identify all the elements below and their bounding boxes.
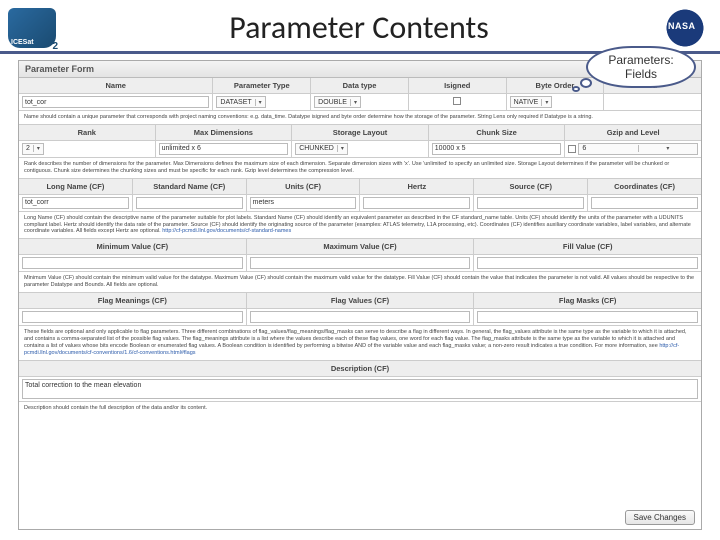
col-hertz: Hertz: [360, 179, 473, 194]
col-units: Units (CF): [247, 179, 360, 194]
desc-row6: Description should contain the full desc…: [19, 402, 701, 415]
col-dtype: Data type: [311, 78, 408, 93]
min-input[interactable]: [22, 257, 243, 269]
maxdim-input[interactable]: unlimited x 6: [159, 143, 289, 155]
col-layout: Storage Layout: [292, 125, 428, 140]
col-ptype: Parameter Type: [213, 78, 310, 93]
col-descr: Description (CF): [19, 361, 701, 376]
col-coord: Coordinates (CF): [588, 179, 701, 194]
coord-input[interactable]: [591, 197, 698, 209]
border-select[interactable]: NATIVE▾: [510, 96, 553, 108]
sname-input[interactable]: [136, 197, 243, 209]
dtype-select[interactable]: DOUBLE▾: [314, 96, 361, 108]
col-fill: Fill Value (CF): [474, 239, 701, 254]
col-fmean: Flag Meanings (CF): [19, 293, 246, 308]
col-sname: Standard Name (CF): [133, 179, 246, 194]
fill-input[interactable]: [477, 257, 698, 269]
name-input[interactable]: tot_cor: [22, 96, 209, 108]
gzip-check[interactable]: [568, 145, 576, 153]
callout-bubble: Parameters:Fields: [586, 46, 696, 88]
col-fmask: Flag Masks (CF): [474, 293, 701, 308]
col-lname: Long Name (CF): [19, 179, 132, 194]
col-min: Minimum Value (CF): [19, 239, 246, 254]
max-input[interactable]: [250, 257, 471, 269]
nasa-logo: [662, 8, 708, 48]
chunk-input[interactable]: 10000 x 5: [432, 143, 562, 155]
ptype-select[interactable]: DATASET▾: [216, 96, 265, 108]
col-maxdim: Max Dimensions: [156, 125, 292, 140]
desc-row1: Name should contain a unique parameter t…: [19, 111, 701, 125]
col-max: Maximum Value (CF): [247, 239, 474, 254]
fmask-input[interactable]: [477, 311, 698, 323]
col-gzip: Gzip and Level: [565, 125, 701, 140]
desc-row2: Rank describes the number of dimensions …: [19, 158, 701, 179]
callout-line2: Fields: [625, 67, 657, 81]
icesat-logo: [8, 8, 56, 48]
gzip-level-select[interactable]: 6▾: [578, 143, 698, 155]
descr-input[interactable]: Total correction to the mean elevation: [22, 379, 698, 399]
col-rank: Rank: [19, 125, 155, 140]
desc-row5: These fields are optional and only appli…: [19, 326, 701, 361]
hertz-input[interactable]: [363, 197, 470, 209]
col-name: Name: [19, 78, 212, 93]
desc-row4: Minimum Value (CF) should contain the mi…: [19, 272, 701, 293]
fmean-input[interactable]: [22, 311, 243, 323]
save-button[interactable]: Save Changes: [625, 510, 695, 525]
callout-line1: Parameters:: [608, 53, 673, 67]
parameter-form: Parameter Form Name Parameter Type Data …: [18, 60, 702, 530]
desc-row3: Long Name (CF) should contain the descri…: [19, 212, 701, 240]
source-input[interactable]: [477, 197, 584, 209]
rank-select[interactable]: 2▾: [22, 143, 44, 155]
col-chunk: Chunk Size: [429, 125, 565, 140]
col-fval: Flag Values (CF): [247, 293, 474, 308]
lname-input[interactable]: tot_corr: [22, 197, 129, 209]
isigned-check[interactable]: [453, 97, 461, 105]
col-source: Source (CF): [474, 179, 587, 194]
units-input[interactable]: meters: [250, 197, 357, 209]
slide-title: Parameter Contents: [229, 8, 489, 47]
col-isigned: Isigned: [409, 78, 506, 93]
layout-select[interactable]: CHUNKED▾: [295, 143, 348, 155]
cf-link[interactable]: http://cf-pcmdi.llnl.gov/documents/cf-st…: [162, 228, 291, 234]
fval-input[interactable]: [250, 311, 471, 323]
